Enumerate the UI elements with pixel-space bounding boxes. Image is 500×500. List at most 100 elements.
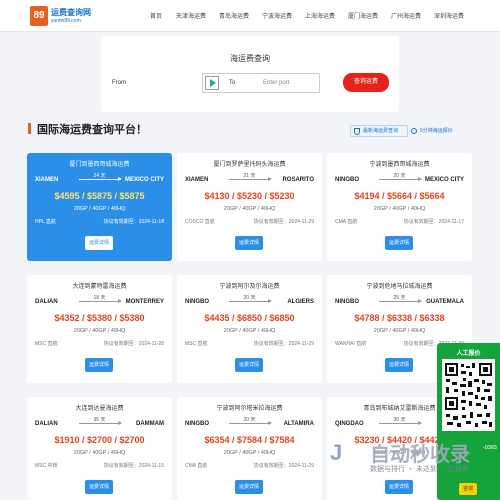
rate-card[interactable]: 宁波到阿尔及尔海运费 20 天 NINGBO ALGIERS $4435 / $6850…	[177, 275, 322, 383]
card-route-title: 大连到达曼海运费	[75, 406, 124, 412]
destination-port-input[interactable]: Enter port	[263, 80, 289, 86]
logo-mark[interactable]: 89	[30, 6, 48, 26]
card-carrier: MSC 直航	[185, 341, 208, 347]
card-destination-port: ROSARITO	[282, 177, 314, 183]
logo-subtitle: yunfei89.com	[51, 18, 81, 24]
rate-detail-button[interactable]: 运费详情	[85, 358, 113, 372]
nav-item-ningbo[interactable]: 宁波海运费	[262, 11, 305, 20]
card-route-title: 厦门到墨西哥城海运费	[69, 162, 130, 168]
card-origin-port: NINGBO	[185, 421, 209, 427]
watermark-text: 自动秒收录	[370, 444, 470, 466]
card-valid-until: 协议有效期至：2024-11-15	[103, 463, 164, 469]
nav-item-tianjin[interactable]: 天津海运费	[176, 11, 219, 20]
card-carrier: MSC 直航	[35, 341, 58, 347]
card-container-types: 20GP / 40GP / 40HQ	[373, 206, 426, 212]
card-destination-port: MONTERREY	[125, 299, 164, 305]
card-route-title: 宁波到阿尔塔米拉海运费	[216, 406, 283, 412]
card-price: $4194 / $5664 / $5664	[354, 191, 445, 201]
from-label: From	[112, 80, 126, 86]
card-container-types: 20GP / 40GP / 40HQ	[223, 450, 276, 456]
watermark-subtext: 数据与排行 ・ 未达到 ・ 拉技术	[370, 466, 469, 473]
card-valid-until: 协议有效期至：2024-11-18	[103, 219, 164, 225]
card-origin-port: NINGBO	[335, 299, 359, 305]
rate-detail-button[interactable]: 运费详情	[235, 358, 263, 372]
card-route-title: 宁波到危地马拉城海运费	[366, 284, 433, 290]
nav-item-shenzhen[interactable]: 深圳海运费	[434, 11, 474, 20]
card-destination-port: ALGIERS	[287, 299, 314, 305]
rate-detail-button[interactable]: 运费详情	[385, 236, 413, 250]
clock-icon	[411, 128, 417, 134]
play-arrow-icon[interactable]	[205, 76, 219, 90]
card-destination-port: GUATEMALA	[426, 299, 464, 305]
route-arrow-icon	[229, 299, 272, 303]
main-nav: 首页 天津海运费 青岛海运费 宁波海运费 上海海运费 厦门海运费 广州海运费 深…	[150, 11, 474, 20]
rate-card[interactable]: 厦门到罗萨里托码头海运费 21 天 XIAMEN ROSARITO $4130 / $5…	[177, 153, 322, 261]
rate-card[interactable]: 大连到达曼海运费 35 天 DALIAN DAMMAM $1910 / $2700 / …	[27, 397, 172, 500]
search-title: 海运费查询	[230, 54, 270, 63]
nav-item-qingdao[interactable]: 青岛海运费	[219, 11, 262, 20]
section-title: 国际海运费查询平台！	[37, 124, 147, 136]
route-input[interactable]: To Enter port	[202, 73, 320, 93]
card-carrier: MSC 中转	[35, 463, 58, 469]
search-panel: 海运费查询 From To Enter port 查询运费	[101, 36, 399, 112]
nav-item-xiamen[interactable]: 厦门海运费	[348, 11, 391, 20]
card-carrier: COSCO 直航	[185, 219, 215, 225]
shield-icon	[354, 128, 360, 135]
section-marker	[28, 123, 31, 134]
card-price: $6354 / $7584 / $7584	[204, 435, 295, 445]
card-origin-port: XIAMEN	[185, 177, 209, 183]
rate-detail-button[interactable]: 运费详情	[235, 480, 263, 494]
card-origin-port: DALIAN	[35, 421, 58, 427]
route-arrow-icon	[229, 177, 272, 181]
card-container-types: 20GP / 40GP / 40HQ	[73, 206, 126, 212]
route-arrow-icon	[229, 421, 272, 425]
card-route-title: 厦门到罗萨里托码头海运费	[213, 162, 286, 168]
card-route-title: 宁波到墨西哥城海运费	[369, 162, 430, 168]
rate-detail-button[interactable]: 运费详情	[235, 236, 263, 250]
rate-detail-button[interactable]: 运费详情	[385, 358, 413, 372]
route-arrow-icon	[379, 299, 422, 303]
to-label: To	[229, 80, 236, 86]
rate-card[interactable]: 厦门到墨西哥城海运费 24 天 XIAMEN MEXICO CITY $4595 / $…	[27, 153, 172, 261]
rate-detail-button[interactable]: 运费详情	[85, 480, 113, 494]
route-arrow-icon	[79, 299, 122, 303]
card-route-title: 大连到蒙特雷海运费	[72, 284, 127, 290]
tab-quick-quote[interactable]: 5分钟海运报价	[411, 126, 453, 136]
search-button[interactable]: 查询运费	[343, 73, 389, 92]
card-price: $4352 / $5380 / $5380	[54, 313, 145, 323]
rate-card[interactable]: 宁波到阿尔塔米拉海运费 20 天 NINGBO ALTAMIRA $6354 / $75…	[177, 397, 322, 500]
card-destination-port: MEXICO CITY	[124, 177, 164, 183]
card-container-types: 20GP / 40GP / 40HQ	[73, 328, 126, 334]
card-carrier: HPL 直航	[35, 219, 56, 225]
route-arrow-icon	[379, 421, 422, 425]
watermark-logo: J	[330, 440, 342, 465]
route-arrow-icon	[79, 421, 122, 425]
card-valid-until: 协议有效期至：2024-11-29	[253, 463, 314, 469]
card-price: $4435 / $6850 / $6850	[204, 313, 295, 323]
card-origin-port: QINGDAO	[335, 421, 364, 427]
rate-card[interactable]: 大连到蒙特雷海运费 18 天 DALIAN MONTERREY $4352 / $538…	[27, 275, 172, 383]
card-origin-port: NINGBO	[185, 299, 209, 305]
quote-title: 人工报价	[456, 351, 481, 357]
rate-detail-button[interactable]: 运费详情	[85, 236, 113, 250]
tab-latest-rates[interactable]: 最新海运费查询	[350, 125, 408, 137]
rate-card[interactable]: 宁波到墨西哥城海运费 20 天 NINGBO MEXICO CITY $4194 / $…	[327, 153, 472, 261]
watermark: J 自动秒收录 数据与排行 ・ 未达到 ・ 拉技术	[330, 438, 480, 488]
tab-quick-quote-label: 5分钟海运报价	[420, 128, 453, 134]
nav-item-home[interactable]: 首页	[150, 11, 176, 20]
card-price: $4130 / $5230 / $5230	[204, 191, 295, 201]
card-carrier: CMA 直航	[335, 219, 358, 225]
logo-title[interactable]: 运费查询网	[51, 7, 91, 18]
card-destination-port: ALTAMIRA	[283, 421, 314, 427]
card-destination-port: MEXICO CITY	[424, 177, 464, 183]
nav-item-shanghai[interactable]: 上海海运费	[305, 11, 348, 20]
card-container-types: 20GP / 40GP / 40HQ	[223, 206, 276, 212]
card-price: $1910 / $2700 / $2700	[54, 435, 145, 445]
card-valid-until: 协议有效期至：2024-11-29	[253, 219, 314, 225]
card-origin-port: DALIAN	[35, 299, 58, 305]
card-carrier: WANHAI 直航	[335, 341, 367, 347]
card-container-types: 20GP / 40GP / 40HQ	[73, 450, 126, 456]
card-valid-until: 协议有效期至：2024-11-29	[253, 341, 314, 347]
card-destination-port: DAMMAM	[136, 421, 164, 427]
nav-item-guangzhou[interactable]: 广州海运费	[391, 11, 434, 20]
